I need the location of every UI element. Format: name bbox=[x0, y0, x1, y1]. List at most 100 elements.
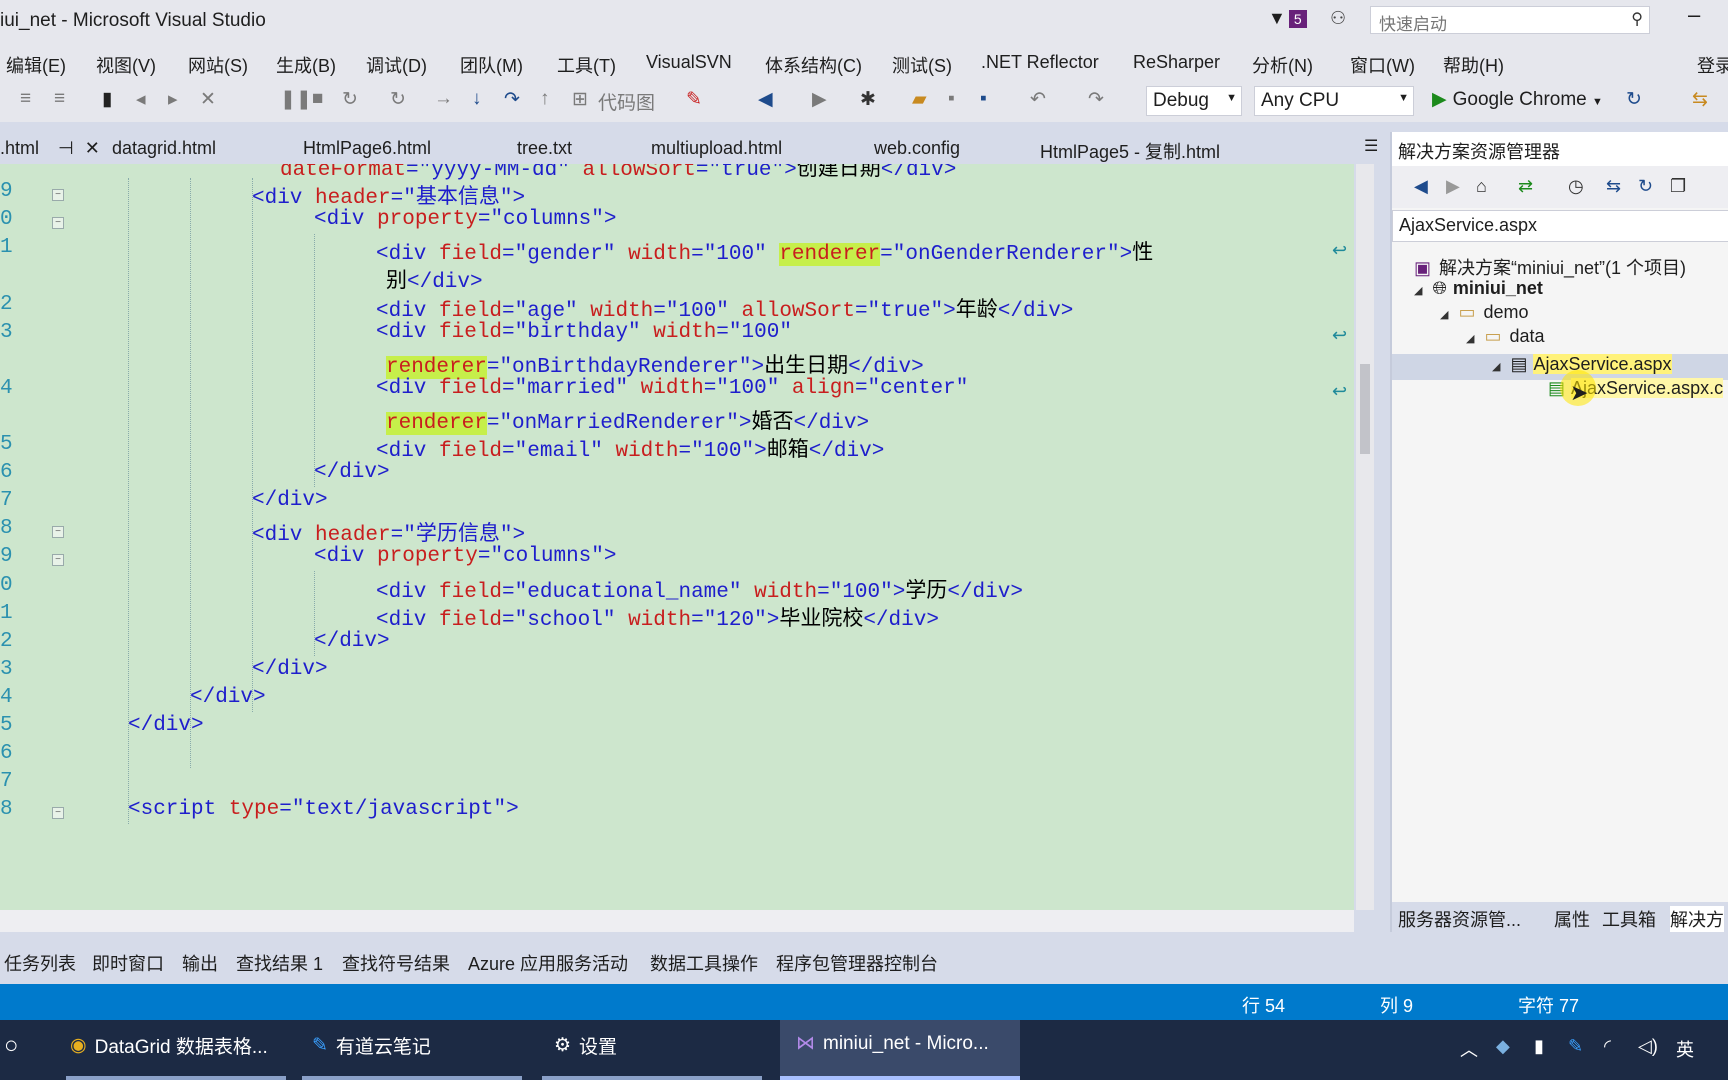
code-line[interactable]: <div field="email" width="100">邮箱</div> bbox=[376, 433, 884, 463]
breakpoint-icon[interactable]: ✎ bbox=[686, 88, 702, 111]
tab-webconfig[interactable]: web.config bbox=[874, 138, 960, 159]
close-icon[interactable]: ✕ bbox=[85, 138, 100, 158]
code-line[interactable]: <div header="学历信息"> bbox=[252, 517, 525, 547]
tab-active-html[interactable]: .html ⊣ ✕ bbox=[0, 138, 100, 159]
code-line[interactable]: <div property="columns"> bbox=[314, 208, 616, 231]
step-over-icon[interactable]: ↷ bbox=[504, 88, 520, 111]
quick-launch-input[interactable]: 快速启动 ⚲ bbox=[1370, 6, 1650, 34]
collapse-icon[interactable]: − bbox=[52, 217, 64, 230]
tree-folder-data[interactable]: ◢ ▭ data bbox=[1466, 326, 1545, 347]
tree-solution[interactable]: ▣ 解决方案“miniui_net”(1 个项目) bbox=[1414, 254, 1686, 280]
undo-icon[interactable]: ↶ bbox=[1030, 88, 1046, 111]
code-editor[interactable]: 9−0−1 2 3 4 5 6 7 8−9−0 1 2 3 4 5 6 7 8− dateFormat="yy… bbox=[0, 164, 1354, 910]
menu-resharper[interactable]: ReSharper bbox=[1133, 52, 1220, 73]
menu-team[interactable]: 团队(M) bbox=[460, 52, 523, 78]
tab-find-symbol[interactable]: 查找符号结果 bbox=[342, 950, 450, 976]
solution-config-select[interactable]: Debug ▼ bbox=[1146, 86, 1242, 116]
browser-link-icon[interactable]: ⇆ bbox=[1692, 88, 1708, 111]
indent-icon[interactable]: ≡ bbox=[54, 88, 65, 110]
menu-test[interactable]: 测试(S) bbox=[892, 52, 952, 78]
refresh-icon[interactable]: ↻ bbox=[1638, 176, 1653, 197]
notifications[interactable]: ▼ 5 bbox=[1268, 8, 1307, 29]
ime-indicator[interactable]: 英 bbox=[1676, 1036, 1694, 1062]
battery-icon[interactable]: ▮ bbox=[1534, 1036, 1544, 1057]
code-line[interactable]: </div> bbox=[190, 686, 266, 709]
save-icon[interactable]: ▪ bbox=[948, 88, 955, 110]
code-line[interactable]: </div> bbox=[314, 461, 390, 484]
clear-bookmarks-icon[interactable]: ✕ bbox=[200, 88, 216, 111]
volume-icon[interactable]: ◁) bbox=[1638, 1036, 1658, 1057]
new-project-icon[interactable]: ✱ bbox=[860, 88, 876, 111]
tab-datagrid[interactable]: datagrid.html bbox=[112, 138, 216, 159]
pending-changes-icon[interactable]: ◷ bbox=[1568, 176, 1584, 197]
code-line[interactable]: </div> bbox=[252, 489, 328, 512]
tray-app-icon[interactable]: ◆ bbox=[1496, 1036, 1510, 1057]
collapse-icon[interactable]: − bbox=[52, 189, 64, 202]
step-out-icon[interactable]: ↑ bbox=[540, 88, 550, 110]
solution-search-input[interactable]: AjaxService.aspx bbox=[1392, 210, 1728, 242]
tab-azure-activity[interactable]: Azure 应用服务活动 bbox=[468, 950, 628, 976]
menu-sign-in[interactable]: 登录 bbox=[1697, 52, 1728, 78]
code-line[interactable]: <div field="age" width="100" allowSort="… bbox=[376, 293, 1073, 323]
code-line[interactable]: <div header="基本信息"> bbox=[252, 180, 525, 210]
tab-task-list[interactable]: 任务列表 bbox=[4, 950, 76, 976]
platform-select[interactable]: Any CPU ▼ bbox=[1254, 86, 1414, 116]
expand-icon[interactable]: ◢ bbox=[1414, 285, 1422, 297]
collapse-icon[interactable]: − bbox=[52, 526, 64, 539]
menu-help[interactable]: 帮助(H) bbox=[1443, 52, 1504, 78]
taskbar-settings[interactable]: ⚙ 设置 bbox=[554, 1032, 617, 1059]
code-line[interactable]: renderer="onMarriedRenderer">婚否</div> bbox=[386, 405, 869, 435]
navigate-back-icon[interactable]: ◀ bbox=[758, 88, 773, 111]
tab-data-tools[interactable]: 数据工具操作 bbox=[650, 950, 758, 976]
refresh-icon[interactable]: ↻ bbox=[390, 88, 406, 111]
tab-properties[interactable]: 属性 bbox=[1554, 906, 1590, 932]
back-icon[interactable]: ◀ bbox=[1414, 176, 1428, 197]
expand-icon[interactable]: ◢ bbox=[1440, 309, 1448, 321]
note-tray-icon[interactable]: ✎ bbox=[1568, 1036, 1583, 1057]
tab-find-results[interactable]: 查找结果 1 bbox=[236, 950, 323, 976]
chevron-up-icon[interactable]: ︿ bbox=[1460, 1036, 1478, 1062]
code-map-icon[interactable]: ⊞ bbox=[572, 88, 588, 111]
tab-htmlpage5-copy[interactable]: HtmlPage5 - 复制.html bbox=[1040, 138, 1220, 164]
code-line[interactable]: <div field="educational_name" width="100… bbox=[376, 574, 1023, 604]
code-line[interactable]: <div field="birthday" width="100" bbox=[376, 321, 792, 344]
expand-icon[interactable]: ◢ bbox=[1492, 361, 1500, 373]
menu-visualsvn[interactable]: VisualSVN bbox=[646, 52, 732, 73]
collapse-icon[interactable]: ⇆ bbox=[1606, 176, 1621, 197]
code-line[interactable]: <script type="text/javascript"> bbox=[128, 798, 519, 821]
tab-dropdown-icon[interactable]: ☰ bbox=[1364, 136, 1378, 156]
code-line[interactable]: <div field="married" width="100" align="… bbox=[376, 377, 968, 400]
sync-icon[interactable]: ⇄ bbox=[1518, 176, 1533, 197]
feedback-icon[interactable]: ⚇ bbox=[1330, 8, 1346, 29]
run-button[interactable]: ▶ Google Chrome ▼ bbox=[1432, 88, 1603, 111]
menu-reflector[interactable]: .NET Reflector bbox=[981, 52, 1099, 73]
menu-architecture[interactable]: 体系结构(C) bbox=[765, 52, 862, 78]
tab-server-explorer[interactable]: 服务器资源管... bbox=[1398, 906, 1521, 932]
scrollbar-thumb[interactable] bbox=[1360, 364, 1370, 454]
tab-immediate[interactable]: 即时窗口 bbox=[92, 950, 164, 976]
bookmark-icon[interactable]: ▮ bbox=[102, 88, 112, 111]
code-line[interactable]: <div field="school" width="120">毕业院校</di… bbox=[376, 602, 939, 632]
collapse-icon[interactable]: − bbox=[52, 554, 64, 567]
tab-solution-explorer[interactable]: 解决方 bbox=[1670, 906, 1724, 932]
menu-build[interactable]: 生成(B) bbox=[276, 52, 336, 78]
navigate-forward-icon[interactable]: ▶ bbox=[812, 88, 827, 111]
open-folder-icon[interactable]: ▰ bbox=[912, 88, 927, 111]
taskbar-visual-studio[interactable]: ⋈ miniui_net - Micro... bbox=[796, 1032, 989, 1055]
vertical-scrollbar[interactable] bbox=[1356, 164, 1374, 910]
code-line[interactable]: </div> bbox=[314, 630, 390, 653]
expand-icon[interactable]: ◢ bbox=[1466, 333, 1474, 345]
tab-output[interactable]: 输出 bbox=[182, 950, 218, 976]
code-map-label[interactable]: 代码图 bbox=[598, 88, 655, 115]
tab-multiupload[interactable]: multiupload.html bbox=[651, 138, 782, 159]
save-all-icon[interactable]: ▪ bbox=[980, 88, 987, 110]
horizontal-scrollbar[interactable] bbox=[0, 910, 1354, 932]
tree-folder-demo[interactable]: ◢ ▭ demo bbox=[1440, 302, 1529, 323]
tab-tree[interactable]: tree.txt bbox=[517, 138, 572, 159]
next-bookmark-icon[interactable]: ▸ bbox=[168, 88, 178, 111]
forward-icon[interactable]: ▶ bbox=[1446, 176, 1460, 197]
show-all-files-icon[interactable]: ❐ bbox=[1670, 176, 1686, 197]
pause-icon[interactable]: ❚❚ bbox=[280, 88, 312, 111]
menu-tools[interactable]: 工具(T) bbox=[557, 52, 616, 78]
minimize-button[interactable]: – bbox=[1688, 2, 1700, 28]
